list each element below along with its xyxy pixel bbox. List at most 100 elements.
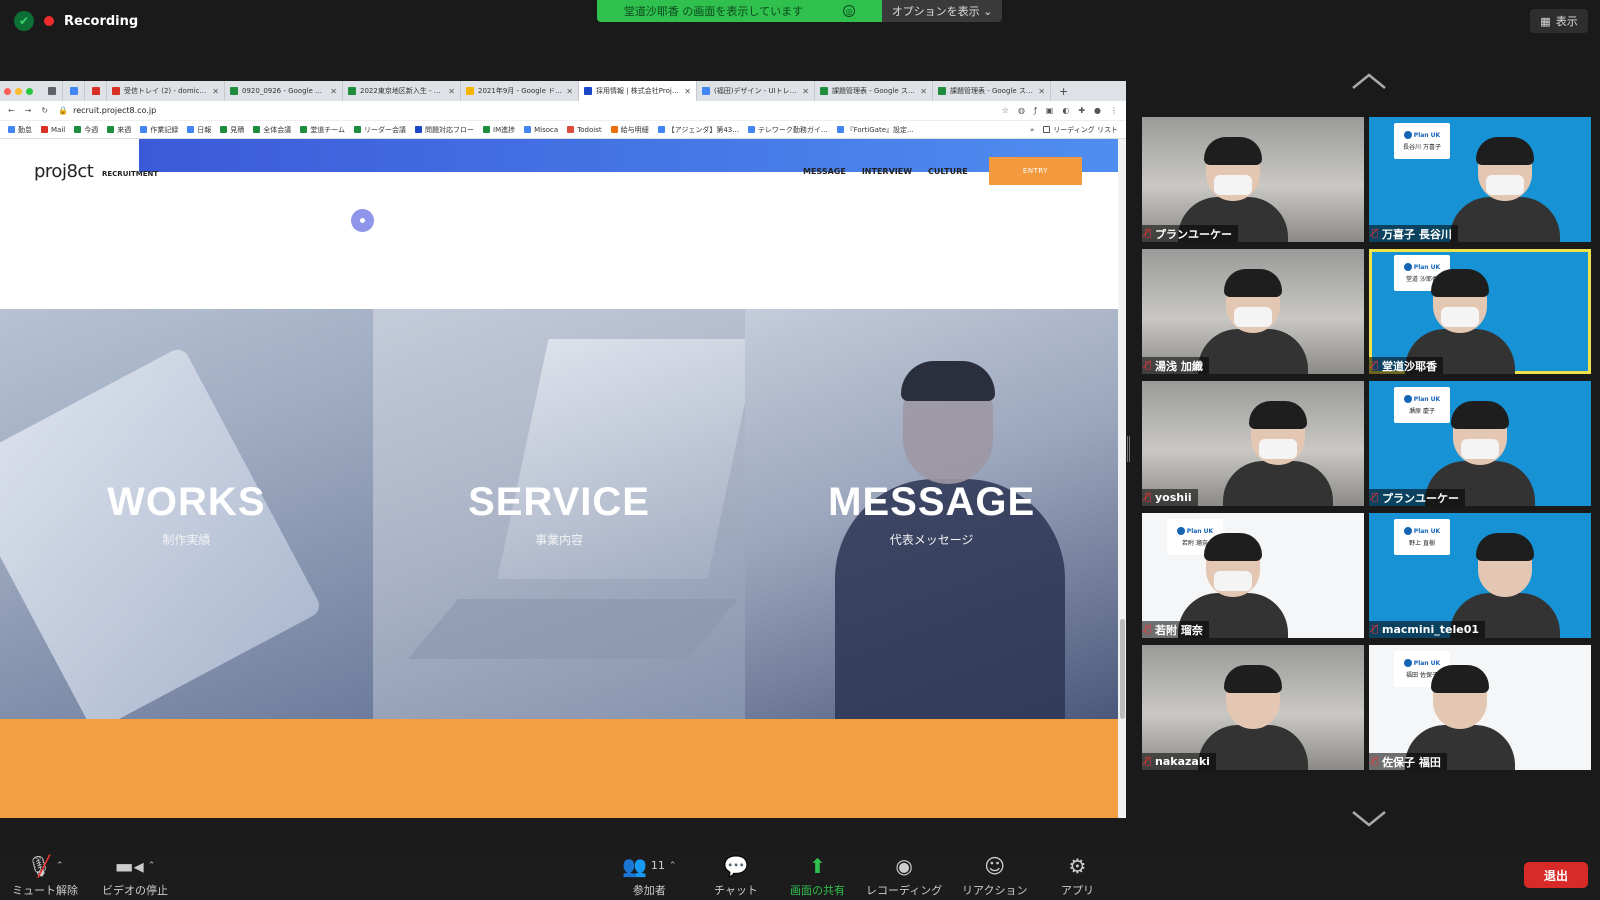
browser-tab[interactable]: 2022東京地区新入生 - Go... ✕	[343, 81, 461, 101]
tab-favicon-icon	[702, 87, 710, 95]
apps-button[interactable]: ⚙ アプリ	[1061, 854, 1094, 898]
message-panel[interactable]: MESSAGE 代表メッセージ	[745, 309, 1119, 719]
url-field[interactable]: 🔒 recruit.project8.co.jp	[58, 106, 992, 115]
bookmark-item[interactable]: Todoist	[567, 125, 602, 135]
extension-icon[interactable]: ◐	[1062, 106, 1069, 115]
pinned-tab[interactable]	[63, 81, 85, 101]
minimize-window-button[interactable]	[15, 87, 22, 95]
star-icon[interactable]: ☆	[1002, 106, 1009, 115]
browser-tab[interactable]: (福田)デザイン - UIトレン... ✕	[697, 81, 815, 101]
bookmark-item[interactable]: 来週	[107, 125, 131, 135]
reaction-button[interactable]: ☺ リアクション	[962, 854, 1027, 898]
chat-button[interactable]: 💬 チャット	[714, 854, 758, 898]
close-tab-icon[interactable]: ✕	[920, 87, 927, 96]
browser-tab[interactable]: 0920_0926 - Google ス... ✕	[225, 81, 343, 101]
participant-tile[interactable]: 🎙̸ 湯浅 加織	[1142, 249, 1364, 374]
bookmark-item[interactable]: 作業記録	[140, 125, 178, 135]
participants-button[interactable]: 👥 11 ⌃ 参加者	[622, 854, 676, 898]
bookmark-item[interactable]: 『FortiGate』設定...	[836, 125, 914, 135]
nav-message[interactable]: MESSAGE	[803, 167, 846, 176]
works-subtitle: 制作実績	[162, 533, 211, 547]
service-panel[interactable]: SERVICE 事業内容	[372, 309, 746, 719]
participant-tile[interactable]: 🎙̸ プランユーケー	[1142, 117, 1364, 242]
chevron-up-icon[interactable]: ⌃	[148, 854, 156, 878]
forward-icon[interactable]: →	[25, 106, 32, 115]
participant-tile[interactable]: Plan UK 福田 佐保子 🎙̸ 佐保子 福田	[1369, 645, 1591, 770]
site-logo[interactable]: proj8ct	[34, 161, 94, 182]
extension-icon[interactable]: ƒ	[1034, 106, 1037, 115]
leave-meeting-button[interactable]: 退出	[1524, 862, 1588, 888]
gallery-down-arrow-icon[interactable]	[1351, 810, 1387, 828]
bookmark-favicon-icon	[657, 126, 665, 133]
shield-icon[interactable]: ✔	[14, 11, 34, 31]
view-button[interactable]: ▦ 表示	[1530, 9, 1588, 33]
close-tab-icon[interactable]: ✕	[566, 87, 573, 96]
entry-button[interactable]: ENTRY	[989, 157, 1082, 185]
browser-tab[interactable]: 2021年9月 - Google ド... ✕	[461, 81, 579, 101]
works-panel[interactable]: WORKS 制作実績	[0, 309, 373, 719]
close-tab-icon[interactable]: ✕	[802, 87, 809, 96]
maximize-window-button[interactable]	[26, 87, 33, 95]
back-icon[interactable]: ←	[8, 106, 15, 115]
bookmark-item[interactable]: リーダー会議	[354, 125, 406, 135]
bookmark-item[interactable]: 給与明細	[610, 125, 649, 135]
share-stop-icon[interactable]: ◎	[843, 5, 856, 17]
bookmark-item[interactable]: IM進捗	[483, 125, 515, 135]
participant-tile[interactable]: Plan UK 堂道 沙耶香 🎙̸ 堂道沙耶香	[1369, 249, 1591, 374]
stop-video-button[interactable]: ▬◂ ⌃ ビデオの停止	[102, 854, 168, 898]
bookmark-item[interactable]: 堂道チーム	[300, 125, 345, 135]
close-tab-icon[interactable]: ✕	[1038, 87, 1045, 96]
bookmark-item[interactable]: テレワーク勤務ガイ...	[747, 125, 828, 135]
participant-tile[interactable]: Plan UK 野上 直樹 🎙̸ macmini_tele01	[1369, 513, 1591, 638]
bookmark-item[interactable]: 今週	[74, 125, 98, 135]
nav-interview[interactable]: INTERVIEW	[862, 167, 912, 176]
close-window-button[interactable]	[4, 87, 11, 95]
participant-tile[interactable]: 🎙̸ yoshii	[1142, 381, 1364, 506]
close-tab-icon[interactable]: ✕	[448, 87, 455, 96]
recording-indicator[interactable]: ✔ Recording	[14, 8, 138, 34]
participant-name: 万喜子 長谷川	[1382, 227, 1452, 241]
share-screen-button[interactable]: ⬆ 画面の共有	[790, 854, 845, 898]
bookmark-item[interactable]: 【アジェンダ】第43...	[657, 125, 739, 135]
record-button[interactable]: ◉ レコーディング	[866, 854, 942, 898]
unmute-button[interactable]: 🎙╱ ⌃ ミュート解除	[12, 854, 78, 898]
view-options-button[interactable]: オプションを表示 ⌄	[882, 0, 1002, 22]
puzzle-icon[interactable]: ✚	[1078, 106, 1085, 115]
bookmark-item[interactable]: 見積	[220, 125, 244, 135]
participant-tile[interactable]: Plan UK 若附 瑠奈 🎙̸ 若附 瑠奈	[1142, 513, 1364, 638]
browser-tab[interactable]: 課題管理表 - Google スプ... ✕	[933, 81, 1051, 101]
close-tab-icon[interactable]: ✕	[330, 87, 337, 96]
profile-icon[interactable]: ●	[1094, 106, 1101, 115]
pinned-tab[interactable]	[85, 81, 107, 101]
chevron-up-icon[interactable]: ⌃	[669, 854, 677, 878]
page-scrollbar[interactable]	[1118, 139, 1126, 818]
browser-tab[interactable]: 受信トレイ (2) - domichi... ✕	[107, 81, 225, 101]
header-blue-band	[139, 139, 1118, 172]
bookmark-item[interactable]: Misoca	[524, 125, 558, 135]
participant-tile[interactable]: Plan UK 長谷川 万喜子 🎙̸ 万喜子 長谷川	[1369, 117, 1591, 242]
menu-icon[interactable]: ⋮	[1110, 106, 1118, 115]
gallery-up-arrow-icon[interactable]	[1351, 72, 1387, 90]
bookmark-item[interactable]: 問題対応フロー	[415, 125, 474, 135]
new-tab-button[interactable]: +	[1051, 85, 1076, 98]
extension-icon[interactable]: ◍	[1018, 106, 1025, 115]
bookmark-item[interactable]: Mail	[41, 125, 65, 135]
bookmark-item[interactable]: 日報	[187, 125, 211, 135]
participant-tile[interactable]: 🎙̸ nakazaki	[1142, 645, 1364, 770]
close-tab-icon[interactable]: ✕	[684, 87, 691, 96]
pinned-tab[interactable]	[41, 81, 63, 101]
reload-icon[interactable]: ↻	[41, 106, 48, 115]
chevron-up-icon[interactable]: ⌃	[56, 854, 64, 878]
close-tab-icon[interactable]: ✕	[212, 87, 219, 96]
browser-tab[interactable]: 課題管理表 - Google スプ... ✕	[815, 81, 933, 101]
reading-list-button[interactable]: リーディング リスト	[1043, 125, 1118, 135]
participant-tile[interactable]: Plan UK 瀬原 慶子 🎙̸ プランユーケー	[1369, 381, 1591, 506]
nav-culture[interactable]: CULTURE	[928, 167, 968, 176]
scrollbar-thumb[interactable]	[1120, 619, 1125, 719]
split-resize-handle[interactable]	[1127, 436, 1130, 462]
bookmark-item[interactable]: 全体会議	[253, 125, 291, 135]
bookmark-item[interactable]: 勤怠	[8, 125, 32, 135]
browser-tab[interactable]: 採用情報 | 株式会社Projec... ✕	[579, 81, 697, 101]
extension-icon[interactable]: ▣	[1046, 106, 1054, 115]
bookmarks-overflow-icon[interactable]: »	[1030, 126, 1034, 134]
